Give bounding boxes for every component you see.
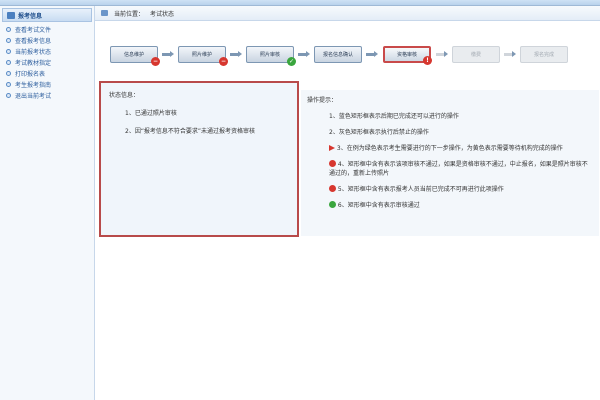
step-label: 报名完成 <box>533 52 554 58</box>
step-label: 照片审核 <box>259 52 280 58</box>
main-panel: 当前位置： 考试状态 信息维护 − 照片维护 − 照片审核 ✓ 报名信息确认 资… <box>95 6 600 400</box>
progress-flow: 信息维护 − 照片维护 − 照片审核 ✓ 报名信息确认 资格审核 ! 缴费 报名… <box>110 41 590 71</box>
sidebar-item-print-form[interactable]: 打印报名表 <box>0 68 94 79</box>
tip-text: 5、矩形框中含有表示报考人员当前已完成不可再进行此项操作 <box>337 186 504 193</box>
status-panel: 状态信息： 1、已通过照片审核 2、因“报考信息不符合要求”未通过报考资格审核 <box>99 81 299 237</box>
step-label: 照片维护 <box>191 52 212 58</box>
sidebar-item-label: 查看报考信息 <box>15 38 52 45</box>
tips-panel: 操作提示： 1、蓝色矩形框表示后期已完成还可以进行的操作 2、灰色矩形框表示执行… <box>301 90 599 236</box>
step-photo-review[interactable]: 照片审核 ✓ <box>246 46 296 66</box>
sidebar-header-label: 报考信息 <box>18 12 43 20</box>
error-icon <box>329 160 336 167</box>
step-payment[interactable]: 缴费 <box>452 46 500 63</box>
tip-item: 4、矩形框中含有表示该项审核不通过，如果是资格审核不通过，中止报名，如果是照片审… <box>329 160 593 178</box>
sidebar-header[interactable]: 报考信息 <box>2 8 92 22</box>
step-confirm-info[interactable]: 报名信息确认 <box>314 46 362 63</box>
tip-item: 3、在例为绿色表示考生需要进行的下一步操作，为黄色表示需要等待机构完成的操作 <box>329 144 593 153</box>
step-label: 缴费 <box>470 52 481 58</box>
sidebar-item-current-status[interactable]: 当前报考状态 <box>0 46 94 57</box>
checkmark-icon <box>329 201 336 208</box>
arrow-icon <box>298 51 310 57</box>
step-label: 信息维护 <box>123 52 144 58</box>
bullet-icon <box>6 27 11 32</box>
bullet-icon <box>6 60 11 65</box>
arrow-icon <box>436 51 448 57</box>
sidebar-item-label: 查看考试文件 <box>15 27 52 34</box>
status-title: 状态信息： <box>109 92 140 99</box>
tip-item: 5、矩形框中含有表示报考人员当前已完成不可再进行此项操作 <box>329 185 593 194</box>
error-icon: − <box>151 57 160 66</box>
sidebar-item-label: 考试教材指定 <box>15 60 52 67</box>
sidebar-item-textbooks[interactable]: 考试教材指定 <box>0 57 94 68</box>
sidebar-item-label: 考生报考指南 <box>15 82 52 89</box>
sidebar-item-exit-exam[interactable]: 退出当前考试 <box>0 90 94 101</box>
tip-item: 1、蓝色矩形框表示后期已完成还可以进行的操作 <box>329 113 459 120</box>
arrow-icon <box>230 51 242 57</box>
step-complete[interactable]: 报名完成 <box>520 46 568 63</box>
status-row: 1、已通过照片审核 <box>125 110 177 117</box>
tip-item: 2、灰色矩形框表示执行后禁止的操作 <box>329 129 429 136</box>
minus-icon <box>329 185 336 192</box>
arrow-icon <box>504 51 516 57</box>
tips-title: 操作提示： <box>307 97 338 104</box>
bullet-icon <box>6 49 11 54</box>
sidebar-item-exam-files[interactable]: 查看考试文件 <box>0 24 94 35</box>
step-info-maintenance[interactable]: 信息维护 − <box>110 46 160 66</box>
error-icon: − <box>219 57 228 66</box>
sidebar-item-label: 退出当前考试 <box>15 93 52 100</box>
tip-text: 6、矩形框中含有表示审核通过 <box>337 202 420 209</box>
tip-text: 3、在例为绿色表示考生需要进行的下一步操作，为黄色表示需要等待机构完成的操作 <box>336 145 563 152</box>
tip-item: 6、矩形框中含有表示审核通过 <box>329 201 593 210</box>
sidebar-item-label: 打印报名表 <box>15 71 46 78</box>
arrow-icon <box>162 51 174 57</box>
status-row: 2、因“报考信息不符合要求”未通过报考资格审核 <box>125 128 256 135</box>
breadcrumb-prefix: 当前位置： <box>114 10 145 18</box>
sidebar: 报考信息 查看考试文件 查看报考信息 当前报考状态 考试教材指定 打印报名表 考… <box>0 6 95 400</box>
tip-text: 4、矩形框中含有表示该项审核不通过，如果是资格审核不通过，中止报名，如果是照片审… <box>329 161 588 177</box>
red-arrow-icon <box>329 145 335 151</box>
step-qualification-review[interactable]: 资格审核 ! <box>383 46 432 65</box>
home-icon <box>101 10 108 16</box>
step-label: 报名信息确认 <box>322 52 353 58</box>
notepad-icon <box>7 11 15 19</box>
bullet-icon <box>6 82 11 87</box>
breadcrumb-current: 考试状态 <box>150 10 175 18</box>
breadcrumb: 当前位置： 考试状态 <box>95 6 600 21</box>
checkmark-icon: ✓ <box>287 57 296 66</box>
bullet-icon <box>6 71 11 76</box>
step-label: 资格审核 <box>396 52 417 58</box>
sidebar-item-registration-info[interactable]: 查看报考信息 <box>0 35 94 46</box>
bullet-icon <box>6 38 11 43</box>
arrow-icon <box>366 51 378 57</box>
sidebar-item-label: 当前报考状态 <box>15 49 52 56</box>
error-icon: ! <box>423 56 432 65</box>
bullet-icon <box>6 93 11 98</box>
step-photo-maintenance[interactable]: 照片维护 − <box>178 46 228 66</box>
sidebar-item-guide[interactable]: 考生报考指南 <box>0 79 94 90</box>
